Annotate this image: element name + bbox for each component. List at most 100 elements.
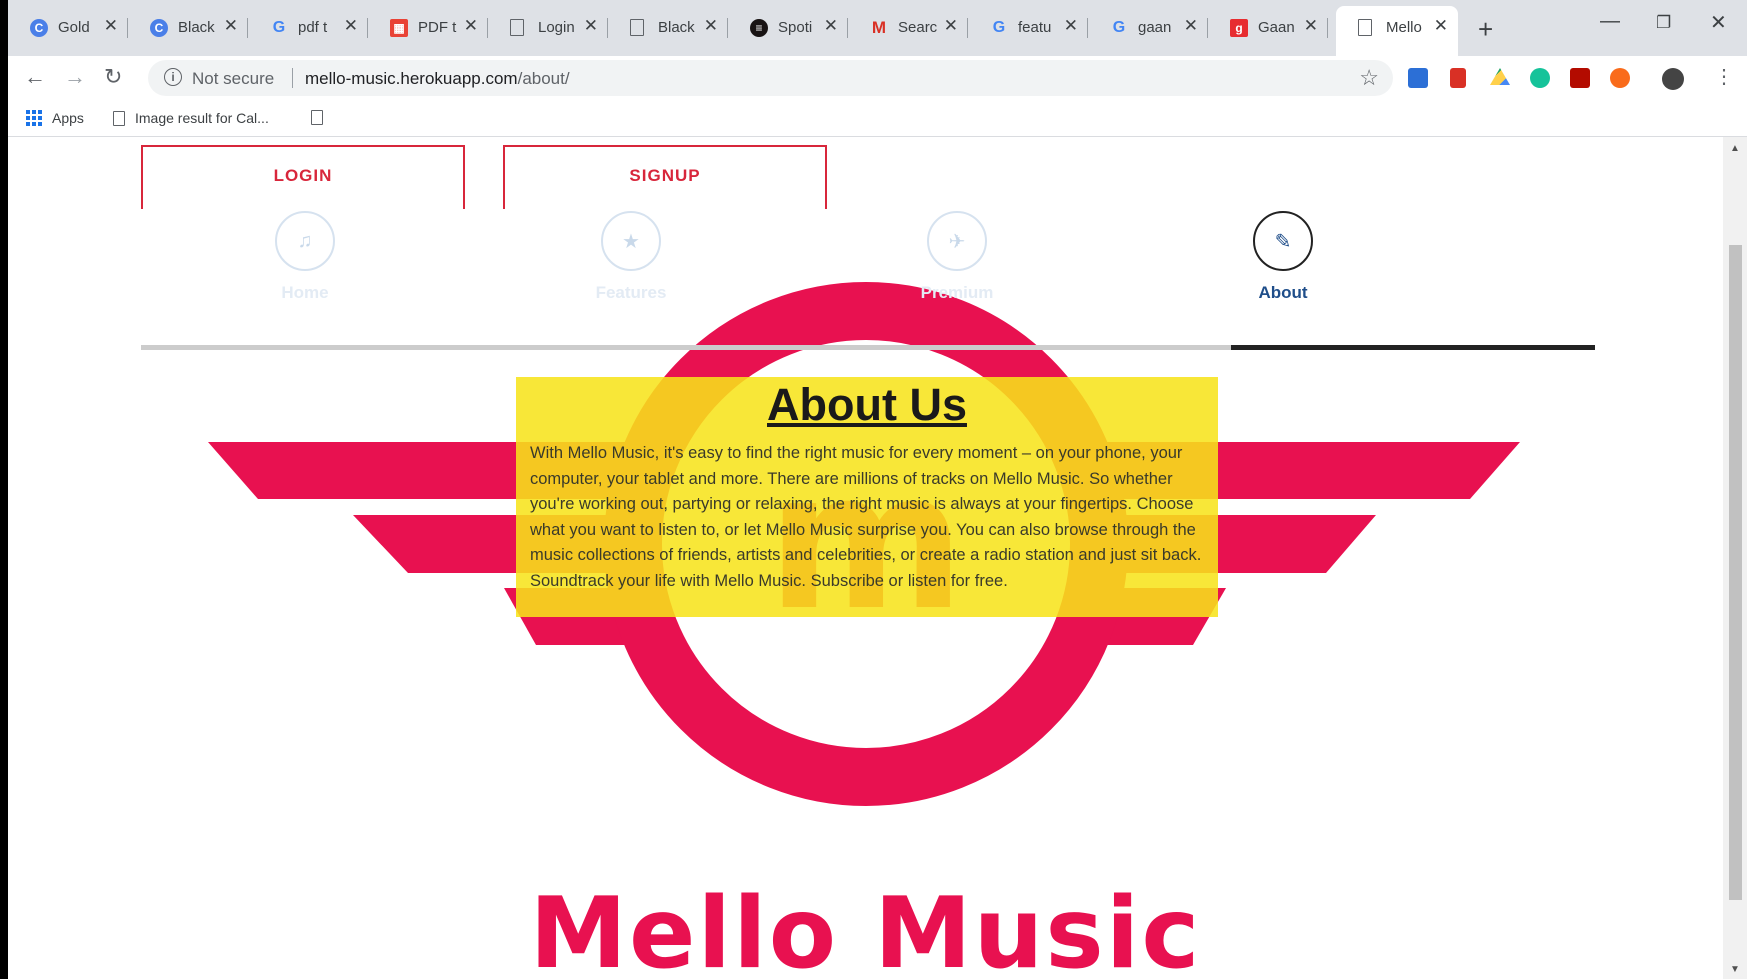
extension-blue-icon[interactable] (1408, 68, 1428, 88)
security-label: Not secure (192, 69, 275, 88)
browser-tab[interactable]: Mello ✕ (1336, 6, 1458, 56)
page-viewport: m LOGIN SIGNUP ♫Home★Features✈Premium✎Ab… (8, 137, 1723, 979)
scroll-up-icon[interactable]: ▲ (1730, 143, 1740, 154)
extension-red-book-icon[interactable] (1450, 68, 1466, 88)
airplane-icon: ✈ (927, 211, 987, 271)
tab-title: Mello (1386, 19, 1422, 36)
tab-title: gaan (1138, 19, 1172, 36)
tab-title: Black (658, 19, 695, 36)
browser-tab[interactable]: M Searc ✕ (848, 12, 968, 44)
restore-icon[interactable]: ❐ (1656, 13, 1671, 33)
tab-close-icon[interactable]: ✕ (464, 16, 478, 36)
tab-close-icon[interactable]: ✕ (944, 16, 958, 36)
gmail-icon: M (871, 18, 887, 37)
tab-strip: + — ❐ ✕ C Gold ✕ C Black ✕ Gpdf t ✕ ▦ PDF t ✕ Login… (8, 0, 1747, 56)
acrobat-icon[interactable] (1570, 68, 1590, 88)
nav-item-home[interactable]: ♫ Home (260, 211, 350, 303)
tab-close-icon[interactable]: ✕ (704, 16, 718, 36)
scroll-down-icon[interactable]: ▼ (1730, 964, 1740, 975)
brand-wordmark: Mello Music (529, 877, 1202, 979)
gaana-icon: g (1230, 19, 1248, 37)
bookmark-untitled[interactable] (311, 110, 323, 125)
reload-icon[interactable]: ↻ (104, 64, 122, 90)
nav-item-about[interactable]: ✎ About (1238, 211, 1328, 303)
close-window-icon[interactable]: ✕ (1710, 10, 1727, 35)
page-icon (311, 110, 323, 125)
apps-grid-icon (26, 110, 42, 126)
bookmark-apps[interactable]: Apps (26, 110, 84, 126)
tab-title: pdf t (298, 19, 328, 36)
minimize-icon[interactable]: — (1600, 10, 1620, 33)
page-icon (630, 19, 644, 36)
url-path: /about/ (517, 69, 570, 88)
scrollbar-thumb[interactable] (1729, 245, 1742, 900)
browser-tab[interactable]: Login ✕ (488, 12, 608, 44)
browser-tab[interactable]: Black ✕ (608, 12, 728, 44)
apps-label: Apps (52, 110, 84, 126)
tab-title: Gaan (1258, 19, 1295, 36)
browser-tab[interactable]: C Gold ✕ (8, 12, 128, 44)
tab-close-icon[interactable]: ✕ (1434, 16, 1448, 36)
url-text[interactable]: mello-music.herokuapp.com/about/ (305, 69, 570, 89)
tab-close-icon[interactable]: ✕ (1184, 16, 1198, 36)
tab-title: Black (178, 19, 215, 36)
browser-tab[interactable]: Gpdf t ✕ (248, 12, 368, 44)
tab-close-icon[interactable]: ✕ (104, 16, 118, 36)
tab-title: PDF t (418, 19, 457, 36)
tab-title: Gold (58, 19, 90, 36)
new-tab-button[interactable]: + (1478, 14, 1493, 45)
profile-avatar[interactable] (1662, 68, 1684, 90)
nav-label: Home (281, 283, 329, 302)
about-title: About Us (767, 379, 967, 430)
info-icon[interactable]: i (164, 68, 182, 86)
chrome-icon: C (150, 19, 168, 37)
about-panel: About Us With Mello Music, it's easy to … (516, 377, 1218, 617)
back-icon[interactable]: ← (24, 64, 46, 90)
login-button[interactable]: LOGIN (141, 145, 465, 209)
browser-tab[interactable]: ▦ PDF t ✕ (368, 12, 488, 44)
about-text: With Mello Music, it's easy to find the … (530, 444, 1202, 590)
page-icon (1358, 19, 1372, 36)
chrome-icon: C (30, 19, 48, 37)
tab-close-icon[interactable]: ✕ (344, 16, 358, 36)
star-icon: ★ (601, 211, 661, 271)
extension-orange-icon[interactable] (1610, 68, 1630, 88)
nav-item-premium[interactable]: ✈ Premium (912, 211, 1002, 303)
omnibox-divider (292, 68, 293, 88)
tab-title: featu (1018, 19, 1052, 36)
bookmark-star-icon[interactable]: ☆ (1359, 65, 1379, 91)
tab-close-icon[interactable]: ✕ (224, 16, 238, 36)
browser-tab[interactable]: ≡ Spoti ✕ (728, 12, 848, 44)
tab-separator (1327, 18, 1328, 38)
google-drive-icon[interactable] (1490, 68, 1510, 85)
address-bar[interactable]: i Not secure mello-music.herokuapp.com/a… (148, 60, 1393, 96)
grammarly-icon[interactable] (1530, 68, 1550, 88)
tab-title: Spoti (778, 19, 813, 36)
browser-tab[interactable]: Ggaan ✕ (1088, 12, 1208, 44)
nav-item-features[interactable]: ★ Features (586, 211, 676, 303)
bookmark-image-result[interactable]: Image result for Cal... (113, 110, 269, 126)
spotify-icon: ≡ (750, 19, 768, 37)
signup-button[interactable]: SIGNUP (503, 145, 827, 209)
nav-label: Premium (920, 283, 994, 302)
tab-title: Login (538, 19, 575, 36)
forward-icon[interactable]: → (64, 64, 86, 90)
tab-close-icon[interactable]: ✕ (1304, 16, 1318, 36)
browser-tab[interactable]: C Black ✕ (128, 12, 248, 44)
bookmarks-bar: Apps Image result for Cal... (8, 102, 1747, 137)
nav-label: About (1258, 283, 1308, 302)
url-host: mello-music.herokuapp.com (305, 69, 518, 88)
pdf-tool-icon: ▦ (390, 19, 408, 37)
menu-kebab-icon[interactable]: ⋮ (1714, 64, 1734, 89)
bookmark-label: Image result for Cal... (135, 110, 269, 126)
tab-close-icon[interactable]: ✕ (1064, 16, 1078, 36)
tab-title: Searc (898, 19, 938, 36)
google-icon: G (272, 19, 286, 36)
music-note-icon: ♫ (275, 211, 335, 271)
tab-close-icon[interactable]: ✕ (824, 16, 838, 36)
tab-close-icon[interactable]: ✕ (584, 16, 598, 36)
page-scrollbar[interactable]: ▲ ▼ (1723, 137, 1747, 979)
nav-label: Features (595, 283, 667, 302)
browser-tab[interactable]: g Gaan ✕ (1208, 12, 1328, 44)
browser-tab[interactable]: Gfeatu ✕ (968, 12, 1088, 44)
